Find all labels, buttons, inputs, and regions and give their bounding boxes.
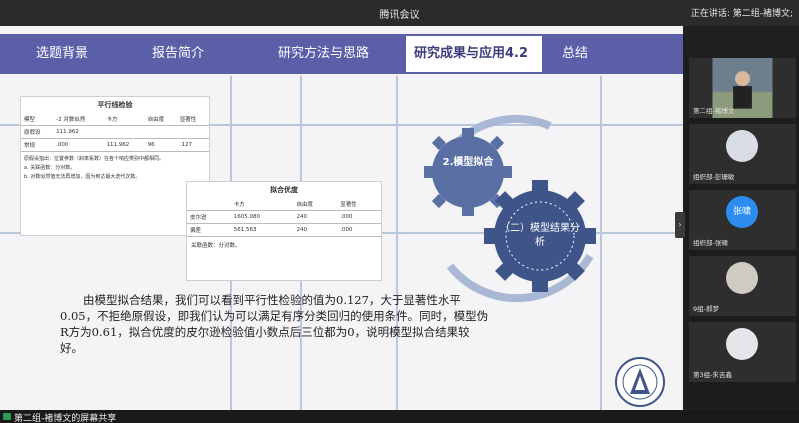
participant-tile[interactable]: 组织部-彭珊敏 — [689, 124, 796, 184]
table-cell — [176, 125, 209, 139]
avatar — [726, 130, 758, 162]
deco-line — [396, 76, 398, 414]
small-gear-label: 2.模型拟合 — [442, 157, 494, 168]
table-header: 显著性 — [176, 113, 209, 126]
table-cell — [103, 125, 145, 139]
collapse-panel-button[interactable]: › — [675, 212, 685, 238]
parallel-test-table: 模型 -2 对数似然 卡方 自由度 显著性 原假设 111.962 常规 .00… — [21, 113, 209, 152]
participants-panel: 第二组-褚博文 组织部-彭珊敏 张啸 组织部-张啸 9组-郝梦 第3组-朱吉鑫 — [686, 58, 799, 408]
window-title: 腾讯会议 — [379, 10, 420, 21]
university-logo — [615, 357, 665, 407]
meeting-window: 腾讯会议 正在讲话: 第二组-褚博文; 选题背景 报告简介 研究方法与思路 研究… — [0, 0, 799, 423]
avatar — [726, 262, 758, 294]
table-row: 偏差 561.563 240 .000 — [187, 223, 381, 237]
table-cell: 皮尔逊 — [187, 210, 231, 224]
table-header: 卡方 — [103, 113, 145, 126]
goodness-of-fit-table-image: 拟合优度 卡方 自由度 显著性 皮尔逊 1605.080 240 .000 偏差… — [186, 181, 382, 281]
slide-nav-bar: 选题背景 报告简介 研究方法与思路 研究成果与应用4.2 总结 — [0, 34, 683, 74]
table-header — [187, 198, 231, 211]
table-header: 自由度 — [293, 198, 338, 211]
table-row: 常规 .000 111.962 96 .127 — [21, 138, 209, 152]
table-header-row: 模型 -2 对数似然 卡方 自由度 显著性 — [21, 113, 209, 126]
screen-share-label: 第二组-褚博文的屏幕共享 — [14, 414, 117, 423]
table-cell: 原假设 — [21, 125, 54, 139]
participant-tile[interactable]: 第二组-褚博文 — [689, 58, 796, 118]
table-header: 卡方 — [230, 198, 294, 211]
table-cell: 偏差 — [187, 223, 231, 237]
participant-tile[interactable]: 9组-郝梦 — [689, 256, 796, 316]
participant-name: 9组-郝梦 — [693, 305, 719, 313]
table-header: 自由度 — [144, 113, 177, 126]
table-cell: 111.962 — [53, 125, 104, 139]
participant-name: 组织部-张啸 — [693, 239, 728, 247]
participant-tile[interactable]: 张啸 组织部-张啸 — [689, 190, 796, 250]
big-gear-label: （二）模型结果分析 — [500, 223, 580, 248]
screen-share-bar: 第二组-褚博文的屏幕共享 — [0, 410, 799, 423]
table-cell: .000 — [337, 223, 381, 237]
doc1-note: b. 对数似然值无法再增加，因为到达最大迭代次数。 — [24, 174, 141, 180]
table-header: 显著性 — [337, 198, 381, 211]
doc2-note: 关联函数：分对数。 — [191, 243, 241, 249]
screen-share-icon — [3, 413, 11, 420]
participant-name: 第3组-朱吉鑫 — [693, 371, 732, 379]
doc1-caption: 平行线检验 — [97, 101, 133, 109]
table-cell: .127 — [176, 138, 209, 152]
parallel-test-table-image: 平行线检验 模型 -2 对数似然 卡方 自由度 显著性 原假设 111.962 — [20, 96, 210, 236]
table-cell: .000 — [337, 210, 381, 224]
table-cell: 常规 — [21, 138, 54, 152]
table-cell: 111.962 — [103, 138, 145, 152]
nav-item-results-active: 研究成果与应用4.2 — [404, 34, 544, 74]
nav-item-intro: 报告简介 — [152, 46, 205, 61]
result-paragraph: 由模型拟合结果，我们可以看到平行性检验的值为0.127，大于显著性水平0.05，… — [60, 293, 489, 355]
title-bar: 腾讯会议 正在讲话: 第二组-褚博文; — [0, 0, 799, 26]
table-header: -2 对数似然 — [53, 113, 104, 126]
nav-item-summary: 总结 — [562, 46, 589, 61]
table-header-row: 卡方 自由度 显著性 — [187, 198, 381, 211]
speaking-indicator: 正在讲话: 第二组-褚博文; — [690, 9, 793, 19]
nav-item-methods: 研究方法与思路 — [278, 46, 370, 61]
table-cell: 240 — [293, 210, 338, 224]
avatar — [726, 328, 758, 360]
table-cell — [144, 125, 177, 139]
table-cell: .000 — [53, 138, 104, 152]
table-cell: 1605.080 — [230, 210, 294, 224]
doc1-note: 原假设指出：位置参数（斜率系数）在各个响应类别中都相同。 — [24, 156, 165, 162]
doc1-note: a. 关联函数：分对数。 — [24, 165, 76, 171]
goodness-of-fit-table: 卡方 自由度 显著性 皮尔逊 1605.080 240 .000 偏差 561.… — [187, 198, 381, 237]
avatar: 张啸 — [726, 196, 758, 228]
table-row: 原假设 111.962 — [21, 125, 209, 139]
participant-tile[interactable]: 第3组-朱吉鑫 — [689, 322, 796, 382]
nav-item-background: 选题背景 — [36, 46, 89, 61]
gears-graphic — [424, 114, 596, 303]
participant-name: 组织部-彭珊敏 — [693, 173, 735, 181]
table-cell: 240 — [293, 223, 338, 237]
doc2-caption: 拟合优度 — [270, 186, 298, 194]
table-header: 模型 — [21, 113, 54, 126]
shared-screen: 选题背景 报告简介 研究方法与思路 研究成果与应用4.2 总结 平行线检验 模型… — [0, 26, 683, 414]
participant-name: 第二组-褚博文 — [693, 107, 735, 115]
table-cell: 561.563 — [230, 223, 294, 237]
table-row: 皮尔逊 1605.080 240 .000 — [187, 210, 381, 224]
table-cell: 96 — [144, 138, 177, 152]
